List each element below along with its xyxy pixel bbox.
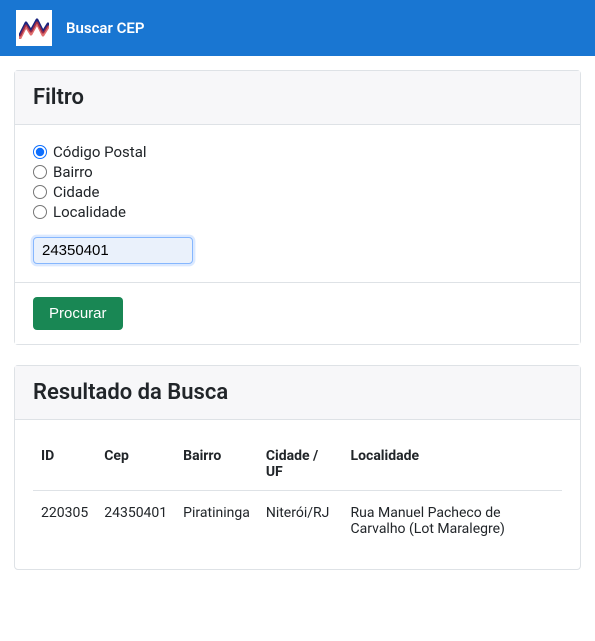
col-bairro: Bairro [175,438,258,491]
cell-cep: 24350401 [96,491,175,552]
results-heading: Resultado da Busca [33,380,562,405]
radio-bairro[interactable] [33,165,47,179]
radio-cidade-label[interactable]: Cidade [53,183,99,201]
filter-card: Filtro Código Postal Bairro Cidade L [14,70,581,345]
filter-radio-group: Código Postal Bairro Cidade Localidade [33,143,562,221]
cell-localidade: Rua Manuel Pacheco de Carvalho (Lot Mara… [343,491,562,552]
radio-codigo-postal-label[interactable]: Código Postal [53,143,147,161]
results-card: Resultado da Busca ID Cep Bairro Cidade … [14,365,581,570]
cell-cidade-uf: Niterói/RJ [258,491,343,552]
search-button[interactable]: Procurar [33,297,123,330]
radio-cidade[interactable] [33,185,47,199]
brand-logo-icon [16,10,52,46]
filter-card-header: Filtro [15,71,580,125]
radio-codigo-postal[interactable] [33,145,47,159]
cell-id: 220305 [33,491,96,552]
col-cidade-uf: Cidade / UF [258,438,343,491]
cell-bairro: Piratininga [175,491,258,552]
table-row: 220305 24350401 Piratininga Niterói/RJ R… [33,491,562,552]
navbar: Buscar CEP [0,0,595,56]
results-card-header: Resultado da Busca [15,366,580,420]
search-input[interactable] [33,237,193,264]
results-table: ID Cep Bairro Cidade / UF Localidade 220… [33,438,562,551]
radio-localidade-label[interactable]: Localidade [53,203,126,221]
filter-heading: Filtro [33,85,562,110]
radio-localidade[interactable] [33,205,47,219]
col-localidade: Localidade [343,438,562,491]
col-cep: Cep [96,438,175,491]
col-id: ID [33,438,96,491]
table-header-row: ID Cep Bairro Cidade / UF Localidade [33,438,562,491]
app-title: Buscar CEP [66,19,145,37]
radio-bairro-label[interactable]: Bairro [53,163,93,181]
